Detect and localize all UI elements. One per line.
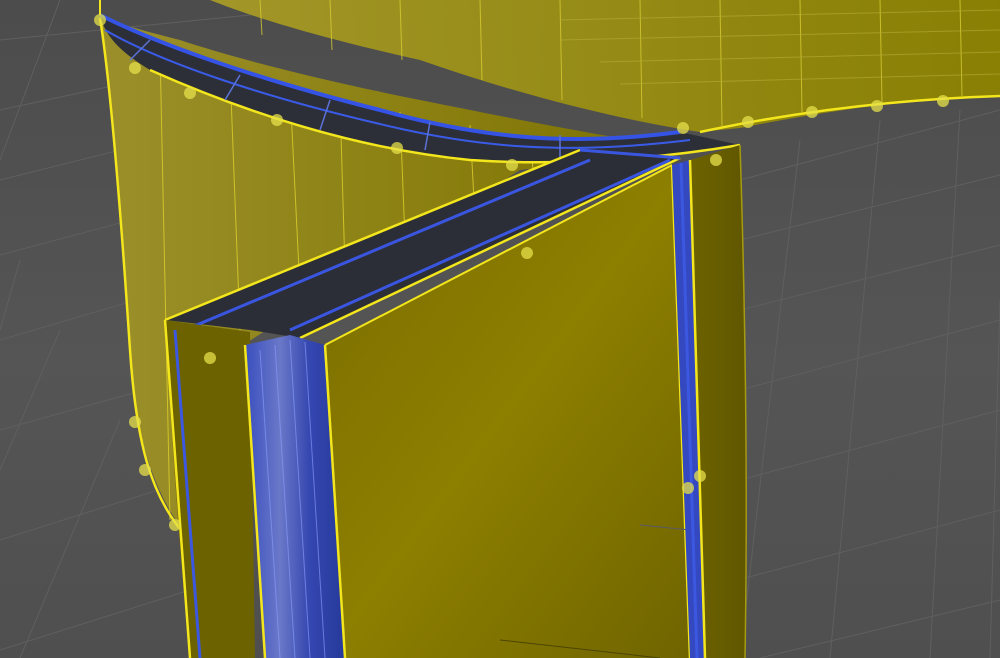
3d-viewport[interactable]: [0, 0, 1000, 658]
wall-end-left-face[interactable]: [163, 319, 255, 658]
viewport-canvas[interactable]: [0, 0, 1000, 658]
